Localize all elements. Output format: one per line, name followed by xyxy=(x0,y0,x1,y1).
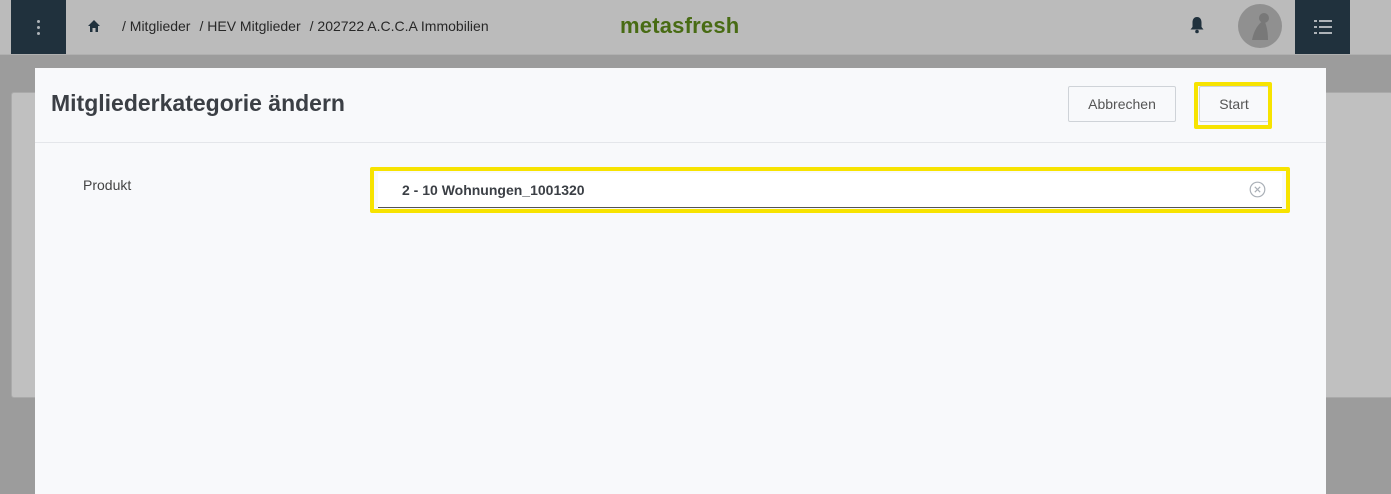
produkt-field[interactable]: 2 - 10 Wohnungen_1001320 xyxy=(378,173,1282,208)
modal-title: Mitgliederkategorie ändern xyxy=(51,90,345,116)
start-button[interactable]: Start xyxy=(1199,86,1269,122)
cancel-button[interactable]: Abbrechen xyxy=(1068,86,1176,122)
produkt-field-highlight: 2 - 10 Wohnungen_1001320 xyxy=(370,167,1290,213)
modal-header: Mitgliederkategorie ändern Abbrechen Sta… xyxy=(35,68,1326,143)
change-category-modal: Mitgliederkategorie ändern Abbrechen Sta… xyxy=(35,68,1326,494)
clear-circle-icon[interactable] xyxy=(1249,181,1266,198)
produkt-label: Produkt xyxy=(83,177,132,193)
produkt-field-value[interactable]: 2 - 10 Wohnungen_1001320 xyxy=(402,182,585,198)
